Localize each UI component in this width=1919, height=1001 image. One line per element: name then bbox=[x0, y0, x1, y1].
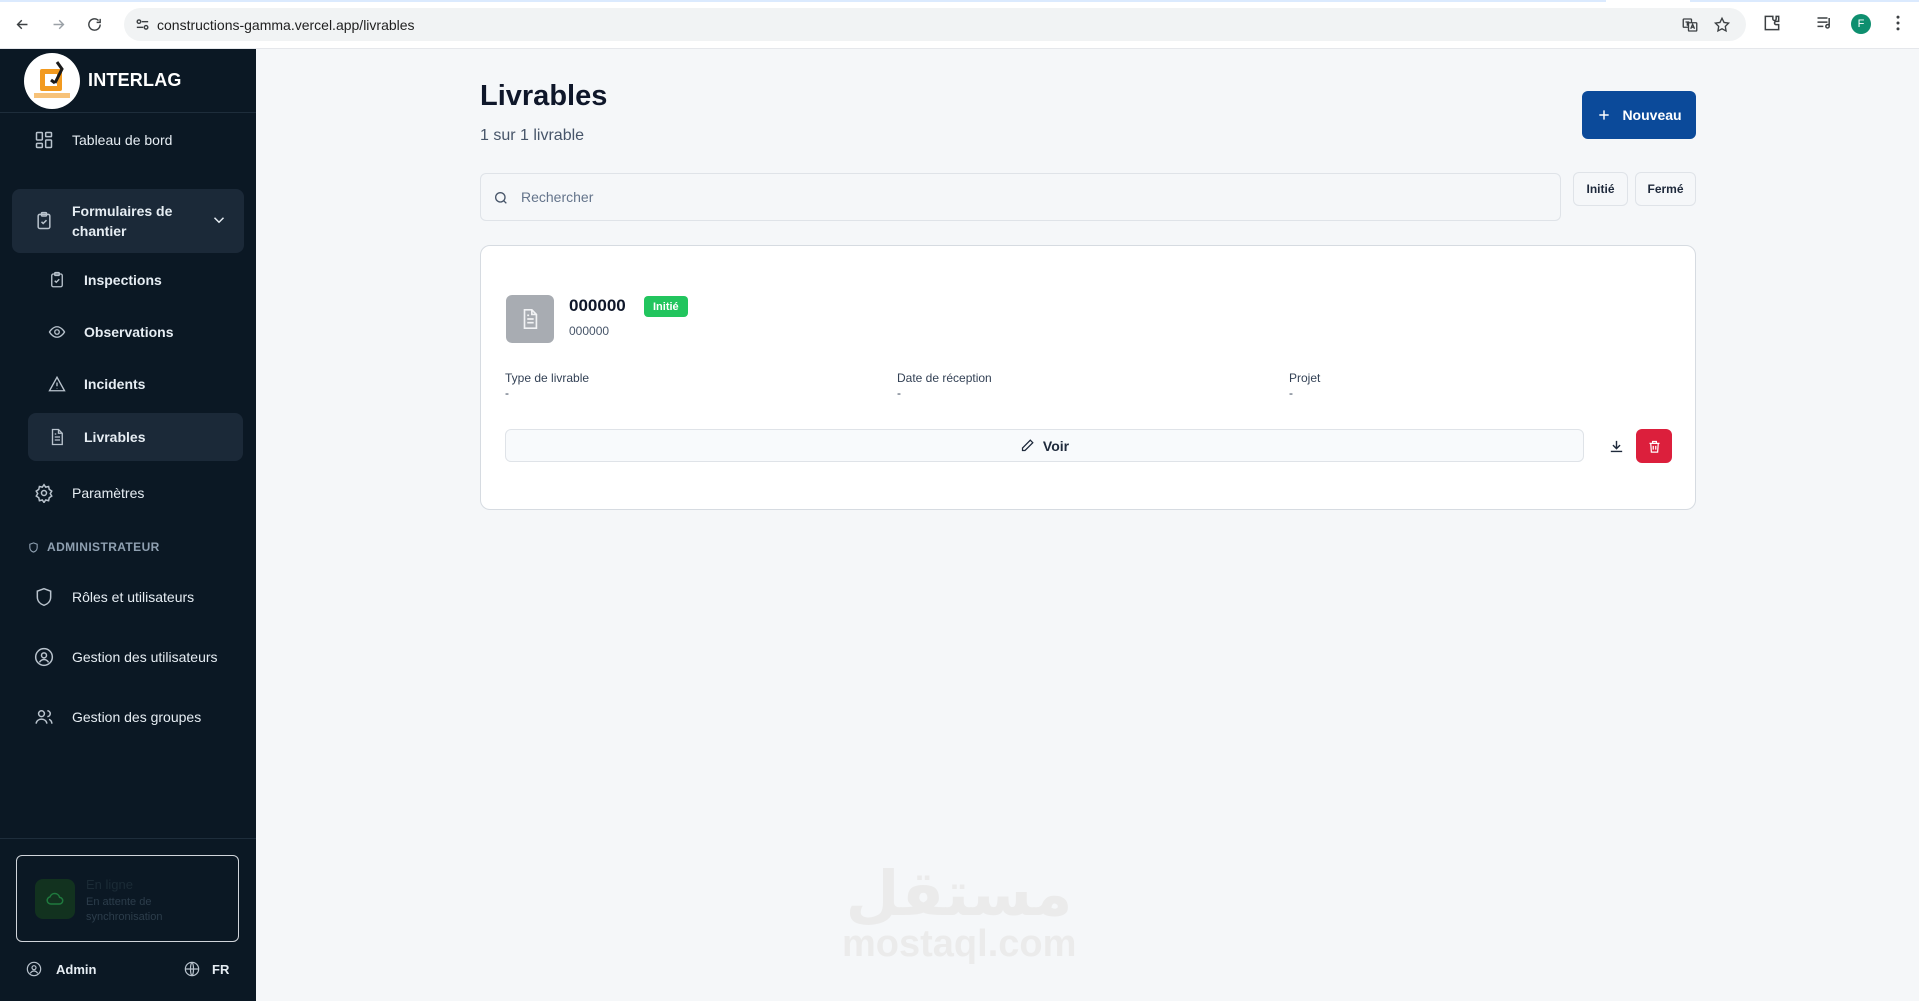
field-value-type: - bbox=[505, 386, 509, 400]
sidebar-item-label: Gestion des groupes bbox=[72, 709, 202, 725]
sidebar-item-parametres[interactable]: Paramètres bbox=[12, 469, 244, 517]
delete-button[interactable] bbox=[1636, 429, 1672, 463]
clipboard-check-icon bbox=[51, 271, 63, 288]
admin-section-heading: ADMINISTRATEUR bbox=[28, 540, 160, 554]
sync-status-panel: En ligne En attente de synchronisation bbox=[16, 855, 239, 942]
sidebar-divider bbox=[0, 838, 256, 839]
gear-icon bbox=[35, 483, 53, 503]
status-badge: Initié bbox=[644, 296, 688, 317]
filter-initie[interactable]: Initié bbox=[1573, 172, 1628, 206]
page-load-progress bbox=[0, 0, 1919, 2]
sync-detail: En attente de synchronisation bbox=[86, 896, 163, 923]
sidebar-item-label: Inspections bbox=[84, 272, 162, 288]
sidebar-item-label: Livrables bbox=[84, 429, 146, 445]
sidebar-item-roles-et-utilisateurs[interactable]: Rôles et utilisateurs bbox=[12, 573, 244, 621]
extensions-icon[interactable] bbox=[1762, 13, 1782, 33]
sidebar-item-label: Rôles et utilisateurs bbox=[72, 589, 195, 605]
pencil-icon bbox=[1021, 439, 1034, 452]
document-icon bbox=[51, 428, 63, 446]
language-code: FR bbox=[212, 961, 230, 977]
back-icon[interactable] bbox=[10, 12, 34, 36]
browser-toolbar: constructions-gamma.vercel.app/livrables… bbox=[0, 0, 1919, 49]
media-queue-icon[interactable] bbox=[1815, 13, 1835, 33]
watermark-arabic: مستقل bbox=[845, 857, 1073, 930]
page-title: Livrables bbox=[480, 80, 608, 112]
eye-icon bbox=[48, 326, 66, 338]
sidebar-item-gestion-des-utilisateurs[interactable]: Gestion des utilisateurs bbox=[12, 633, 244, 681]
reload-icon[interactable] bbox=[82, 12, 106, 36]
livrable-reference: 000000 bbox=[569, 296, 626, 315]
search-box[interactable] bbox=[480, 173, 1561, 221]
field-label-projet: Projet bbox=[1289, 371, 1321, 385]
sidebar-item-incidents[interactable]: Incidents bbox=[28, 360, 243, 408]
field-value-date: - bbox=[897, 386, 901, 400]
forward-icon[interactable] bbox=[46, 12, 70, 36]
brand-name: INTERLAG bbox=[88, 70, 182, 90]
plus-icon bbox=[1599, 110, 1610, 120]
sidebar-item-observations[interactable]: Observations bbox=[28, 308, 243, 356]
download-button[interactable] bbox=[1599, 429, 1633, 463]
globe-icon bbox=[184, 961, 200, 977]
watermark-latin: mostaql.com bbox=[842, 923, 1077, 965]
users-icon bbox=[35, 710, 53, 724]
brand[interactable]: INTERLAG bbox=[0, 49, 256, 113]
field-label-type: Type de livrable bbox=[505, 371, 590, 385]
field-label-date: Date de réception bbox=[897, 371, 992, 385]
sidebar: INTERLAG Tableau de bord Formulaires de … bbox=[0, 49, 256, 1001]
livrable-code: 000000 bbox=[569, 324, 610, 338]
chevron-down-icon[interactable] bbox=[210, 211, 228, 229]
shield-icon bbox=[36, 587, 52, 607]
watermark: مستقل mostaql.com bbox=[842, 857, 1077, 965]
filter-ferme[interactable]: Fermé bbox=[1635, 172, 1696, 206]
clipboard-check-icon bbox=[37, 211, 51, 230]
current-user[interactable]: Admin bbox=[26, 961, 96, 977]
company-logo bbox=[24, 53, 80, 109]
sidebar-item-label: Gestion des utilisateurs bbox=[72, 649, 218, 665]
user-circle-icon bbox=[34, 647, 54, 667]
search-icon bbox=[495, 192, 507, 204]
sidebar-item-livrables[interactable]: Livrables bbox=[28, 413, 243, 461]
sidebar-item-label: Tableau de bord bbox=[72, 132, 173, 148]
view-button[interactable]: Voir bbox=[505, 429, 1584, 462]
profile-avatar[interactable]: F bbox=[1851, 14, 1871, 34]
document-icon bbox=[506, 295, 554, 343]
sidebar-item-label: Observations bbox=[84, 324, 174, 340]
sidebar-item-label: Incidents bbox=[84, 376, 146, 392]
sidebar-item-tableau-de-bord[interactable]: Tableau de bord bbox=[12, 116, 244, 164]
search-input[interactable] bbox=[521, 174, 1541, 220]
cloud-icon bbox=[35, 879, 75, 919]
new-livrable-button[interactable]: Nouveau bbox=[1582, 91, 1696, 139]
warning-icon bbox=[48, 375, 66, 392]
sidebar-item-label: Formulaires de chantier bbox=[72, 203, 173, 239]
sidebar-item-gestion-des-groupes[interactable]: Gestion des groupes bbox=[12, 693, 244, 741]
language-switcher[interactable]: FR bbox=[184, 961, 229, 977]
user-circle-icon bbox=[26, 961, 42, 977]
url-text[interactable]: constructions-gamma.vercel.app/livrables bbox=[157, 17, 415, 33]
sidebar-item-label: Paramètres bbox=[72, 485, 145, 501]
download-icon bbox=[1610, 440, 1622, 452]
sidebar-item-formulaires-de-chantier[interactable]: Formulaires de chantier bbox=[12, 189, 244, 253]
field-value-projet: - bbox=[1289, 386, 1293, 400]
kebab-menu-icon[interactable] bbox=[1888, 13, 1908, 33]
shield-small-icon bbox=[29, 541, 38, 553]
dashboard-icon bbox=[35, 131, 53, 149]
address-bar[interactable]: constructions-gamma.vercel.app/livrables bbox=[124, 8, 1746, 41]
livrable-card: 000000 Initié 000000 Type de livrable - … bbox=[480, 245, 1696, 510]
site-settings-icon[interactable] bbox=[134, 16, 151, 33]
sync-status: En ligne bbox=[86, 877, 133, 892]
user-name: Admin bbox=[56, 961, 97, 977]
trash-icon bbox=[1649, 440, 1659, 453]
sidebar-item-inspections[interactable]: Inspections bbox=[28, 256, 243, 304]
result-count: 1 sur 1 livrable bbox=[480, 127, 585, 144]
bookmark-star-icon[interactable] bbox=[1713, 16, 1731, 34]
translate-icon[interactable] bbox=[1681, 16, 1699, 34]
